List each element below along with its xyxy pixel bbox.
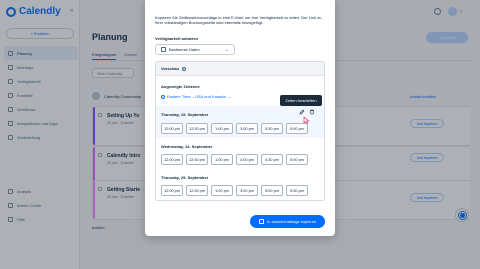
availability-label: Verfügbarkeit anbieten [155,36,199,41]
day-block[interactable]: Thursday, 25. September 12:00 pm 12:30 p… [156,172,324,200]
time-slot[interactable]: 12:30 pm [186,185,208,196]
day-block[interactable]: Thursday, 19. September 12:00 pm 12:30 p… [156,106,324,138]
timezone-selector[interactable]: Eastern Time – USA und Kanada ⌄ [161,94,231,99]
day-title: Wednesday, 24. September [161,144,213,149]
time-slot[interactable]: 4:30 pm [261,154,283,165]
time-slot[interactable]: 1:00 pm [211,185,233,196]
availability-select-value: Bestimmte Daten [169,47,200,52]
time-slot[interactable]: 12:00 pm [161,123,183,134]
pencil-icon[interactable] [299,109,305,115]
availability-select[interactable]: Bestimmte Daten ⌄ [155,44,235,55]
timezone-label: Angezeigte Zeitzone [161,84,200,89]
time-slot[interactable]: 5:00 pm [286,123,308,134]
globe-icon [161,94,165,99]
chevron-down-icon: ⌄ [224,47,229,53]
mouse-cursor-icon [303,116,310,124]
time-slot[interactable]: 12:30 pm [186,154,208,165]
preview-title: Vorschau [161,66,179,71]
copy-icon [258,219,264,224]
edit-times-tooltip: Zeiten bearbeiten [280,95,322,106]
timezone-value: Eastern Time – USA und Kanada [167,94,226,99]
copy-button-label: In zwischenablage kopieren [266,219,317,224]
copy-to-clipboard-button[interactable]: In zwischenablage kopieren [250,215,325,228]
trash-icon[interactable] [309,109,315,115]
slot-row: 12:00 pm 12:30 pm 1:00 pm 4:00 pm 4:30 p… [161,154,308,165]
chevron-down-icon: ⌄ [227,94,232,99]
time-slot[interactable]: 5:30 pm [286,185,308,196]
time-slot[interactable]: 12:30 pm [186,123,208,134]
slot-row: 12:00 pm 12:30 pm 1:00 pm 3:00 pm 5:00 p… [161,185,308,196]
preview-panel: Vorschau i Angezeigte Zeitzone Eastern T… [155,61,325,201]
time-slot[interactable]: 12:00 pm [161,154,183,165]
slot-row: 12:00 pm 12:30 pm 1:00 pm 3:00 pm 3:30 p… [161,123,308,134]
time-slot[interactable]: 5:00 pm [286,154,308,165]
time-slot[interactable]: 3:00 pm [236,185,258,196]
time-slot[interactable]: 12:00 pm [161,185,183,196]
day-block[interactable]: Wednesday, 24. September 12:00 pm 12:30 … [156,140,324,170]
preview-header: Vorschau i [156,62,324,76]
time-slot[interactable]: 1:00 pm [211,154,233,165]
time-slot[interactable]: 3:30 pm [261,123,283,134]
time-slot[interactable]: 1:00 pm [211,123,233,134]
modal-intro-text: Kopieren Sie Zeitfenstervorschläge in ei… [155,15,322,25]
time-slot[interactable]: 3:00 pm [236,123,258,134]
day-title: Thursday, 25. September [161,175,209,180]
calendar-icon [161,47,166,52]
time-slot[interactable]: 4:00 pm [236,154,258,165]
info-icon[interactable]: i [181,66,186,71]
time-slot[interactable]: 5:00 pm [261,185,283,196]
day-title: Thursday, 19. September [161,112,209,117]
